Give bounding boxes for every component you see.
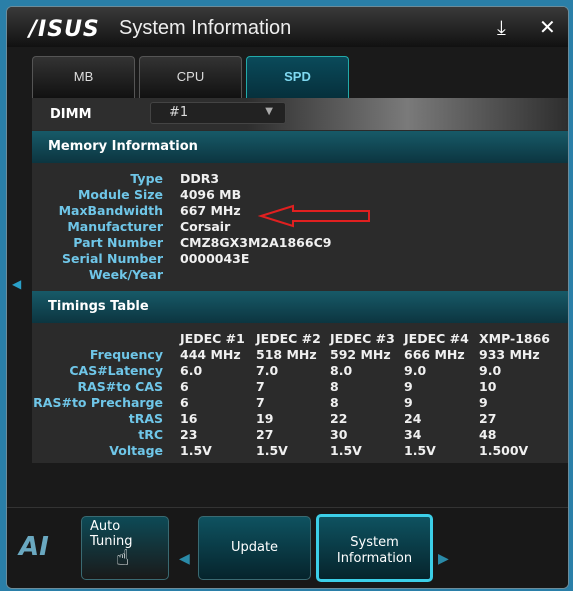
scroll-left-icon[interactable]: ◀ (179, 551, 190, 567)
chevron-down-icon: ▼ (265, 106, 273, 117)
scroll-right-icon[interactable]: ▶ (438, 551, 449, 567)
timings-cell: 7.0 (256, 363, 279, 378)
timings-row-label: Frequency (89, 347, 163, 362)
auto-tuning-label: Auto Tuning (90, 519, 133, 549)
timings-cell: 24 (404, 411, 422, 426)
timings-row-label: tRAS (128, 411, 163, 426)
memory-label: MaxBandwidth (58, 203, 163, 218)
app-window: /ISUS System Information ⤓ ✕ MB CPU SPD … (6, 6, 569, 589)
timings-cell: 27 (256, 427, 274, 442)
timings-cell: 8 (330, 379, 339, 394)
dimm-select[interactable]: #1 ▼ (150, 102, 286, 124)
timings-cell: 518 MHz (256, 347, 317, 362)
timings-cell: 592 MHz (330, 347, 391, 362)
timings-cell: 666 MHz (404, 347, 465, 362)
update-button[interactable]: Update (198, 516, 311, 580)
timings-cell: 48 (479, 427, 497, 442)
memory-value: DDR3 (180, 171, 220, 186)
timings-cell: 6.0 (180, 363, 203, 378)
timings-column-header: JEDEC #1 (180, 331, 245, 346)
timings-cell: 6 (180, 395, 189, 410)
memory-label: Serial Number (62, 251, 163, 266)
tab-mb[interactable]: MB (32, 56, 135, 98)
hand-pointer-icon: ☝ (116, 546, 130, 571)
annotation-arrow (257, 204, 370, 228)
timings-cell: 9.0 (404, 363, 427, 378)
timings-cell: 8 (330, 395, 339, 410)
timings-cell: 9 (404, 395, 413, 410)
dimm-label: DIMM (50, 107, 92, 122)
asus-logo: /ISUS (29, 17, 100, 42)
timings-row-label: RAS#to Precharge (33, 395, 163, 410)
memory-value: 0000043E (180, 251, 250, 266)
close-icon[interactable]: ✕ (539, 15, 556, 39)
memory-label: Manufacturer (67, 219, 163, 234)
timings-cell: 7 (256, 395, 265, 410)
timings-cell: 30 (330, 427, 348, 442)
timings-cell: 7 (256, 379, 265, 394)
memory-info-header: Memory Information (32, 131, 568, 163)
bottom-bar: AI Auto Tuning ☝ ◀ Update System Informa… (7, 507, 568, 588)
memory-label: Week/Year (88, 267, 163, 282)
timings-cell: 9 (479, 395, 488, 410)
ai-logo: AI (19, 532, 49, 562)
timings-cell: 1.5V (404, 443, 436, 458)
timings-column-header: JEDEC #4 (404, 331, 469, 346)
memory-label: Type (130, 171, 163, 186)
timings-row-label: tRC (138, 427, 163, 442)
timings-cell: 27 (479, 411, 497, 426)
timings-column-header: XMP-1866 (479, 331, 550, 346)
window-title: System Information (119, 17, 292, 39)
timings-cell: 933 MHz (479, 347, 540, 362)
dimm-row: DIMM #1 ▼ (32, 98, 568, 130)
timings-cell: 6 (180, 379, 189, 394)
memory-label: Part Number (73, 235, 163, 250)
timings-cell: 16 (180, 411, 198, 426)
memory-value: 667 MHz (180, 203, 241, 218)
timings-cell: 19 (256, 411, 274, 426)
timings-cell: 8.0 (330, 363, 353, 378)
timings-column-header: JEDEC #2 (256, 331, 321, 346)
timings-column-header: JEDEC #3 (330, 331, 395, 346)
system-information-button[interactable]: System Information (316, 514, 433, 582)
timings-cell: 34 (404, 427, 422, 442)
timings-cell: 1.5V (180, 443, 212, 458)
timings-cell: 444 MHz (180, 347, 241, 362)
auto-tuning-button[interactable]: Auto Tuning ☝ (81, 516, 169, 580)
timings-header: Timings Table (32, 291, 568, 323)
memory-value: Corsair (180, 219, 231, 234)
timings-cell: 10 (479, 379, 497, 394)
timings-cell: 9.0 (479, 363, 502, 378)
spd-panel: DIMM #1 ▼ Memory Information Type DDR3 Mo… (32, 98, 568, 463)
memory-label: Module Size (77, 187, 163, 202)
tab-cpu[interactable]: CPU (139, 56, 242, 98)
timings-row-label: CAS#Latency (69, 363, 163, 378)
title-bar: /ISUS System Information ⤓ ✕ (7, 7, 568, 47)
timings-cell: 1.500V (479, 443, 529, 458)
dimm-selected: #1 (169, 105, 189, 120)
tab-spd[interactable]: SPD (246, 56, 349, 98)
memory-value: 4096 MB (180, 187, 242, 202)
timings-row-label: Voltage (109, 443, 163, 458)
timings-cell: 9 (404, 379, 413, 394)
memory-value: CMZ8GX3M2A1866C9 (180, 235, 332, 250)
timings-cell: 23 (180, 427, 198, 442)
timings-row-label: RAS#to CAS (77, 379, 163, 394)
timings-cell: 1.5V (330, 443, 362, 458)
timings-cell: 1.5V (256, 443, 288, 458)
left-arrow-icon[interactable]: ◀ (12, 277, 21, 291)
timings-cell: 22 (330, 411, 348, 426)
download-icon[interactable]: ⤓ (497, 15, 506, 39)
